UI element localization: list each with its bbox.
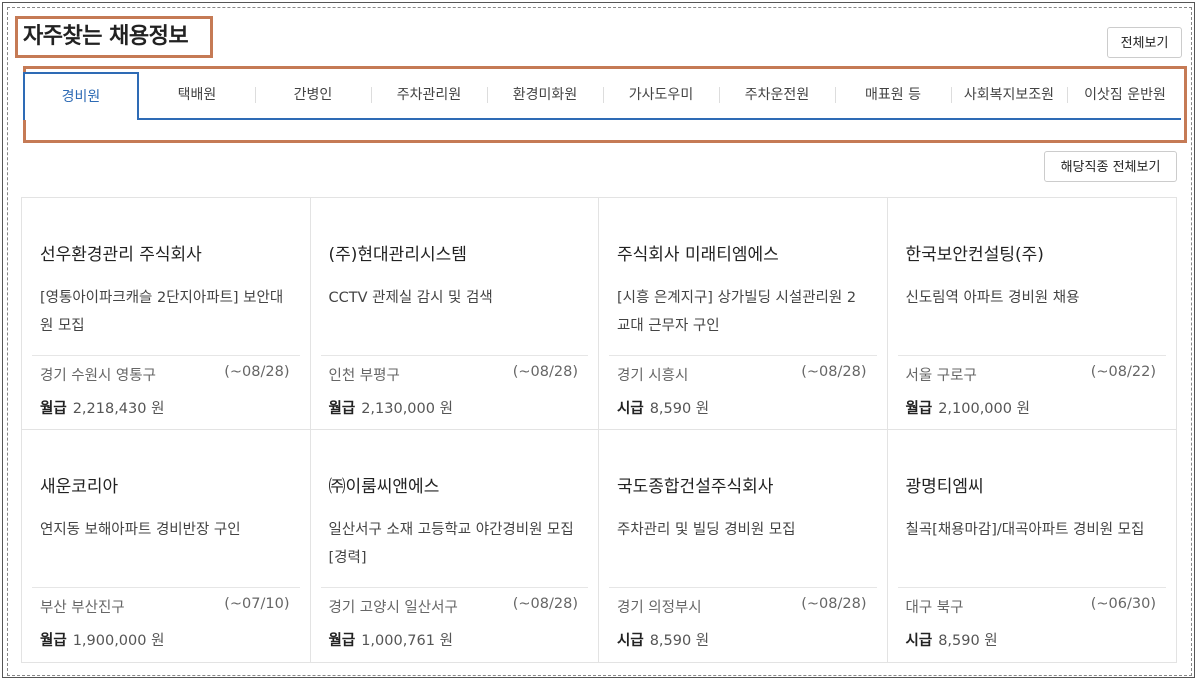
job-location: 경기 의정부시: [617, 600, 702, 616]
job-deadline: (~07/10): [224, 596, 290, 612]
job-pay: 시급 8,590 원: [617, 629, 709, 650]
job-title: [시흥 은계지구] 상가빌딩 시설관리원 2교대 근무자 구인: [617, 290, 857, 334]
job-deadline: (~08/28): [512, 364, 578, 380]
job-pay: 월급 2,130,000 원: [329, 397, 453, 418]
job-card[interactable]: 새운코리아연지동 보해아파트 경비반장 구인부산 부산진구 (~07/10) 월급 1…: [22, 430, 311, 662]
card-divider: [609, 355, 877, 356]
pay-amount: 8,590 원: [649, 401, 710, 417]
job-deadline: (~08/28): [801, 596, 867, 612]
company-name: (주)현대관리시스템: [328, 245, 467, 265]
job-location: 대구 북구: [905, 600, 964, 616]
tab-4[interactable]: 환경미화원: [487, 72, 603, 118]
tab-6[interactable]: 주차운전원: [719, 72, 835, 118]
card-divider: [320, 587, 588, 588]
company-name: 한국보안컨설팅(주): [905, 245, 1044, 265]
pay-type: 월급: [40, 633, 67, 649]
company-name: ㈜이룸씨앤에스: [328, 477, 440, 497]
card-divider: [32, 587, 300, 588]
job-location: 경기 수원시 영통구: [40, 368, 156, 384]
category-view-all-button[interactable]: 해당직종 전체보기: [1044, 151, 1177, 182]
job-title: [영통아이파크캐슬 2단지아파트] 보안대원 모집: [40, 290, 284, 334]
job-title: 칠곡[채용마감]/대곡아파트 경비원 모집: [905, 522, 1145, 538]
job-title: 일산서구 소재 고등학교 야간경비원 모집[경력]: [328, 522, 574, 566]
pay-type: 월급: [328, 401, 356, 417]
job-location: 경기 시흥시: [617, 368, 689, 384]
job-title: 주차관리 및 빌딩 경비원 모집: [617, 522, 796, 538]
tab-3[interactable]: 주차관리원: [371, 72, 487, 118]
job-pay: 월급 2,100,000 원: [906, 397, 1030, 418]
pay-type: 월급: [905, 401, 933, 417]
job-pay: 월급 1,900,000 원: [40, 629, 164, 650]
pay-type: 월급: [328, 633, 356, 649]
card-divider: [609, 587, 877, 588]
pay-type: 시급: [905, 633, 933, 649]
pay-amount: 1,900,000 원: [72, 633, 165, 649]
job-card[interactable]: 한국보안컨설팅(주) 신도림역 아파트 경비원 채용서울 구로구 (~08/22) 월…: [887, 198, 1176, 430]
job-title: 연지동 보해아파트 경비반장 구인: [40, 522, 241, 538]
job-location: 인천 부평구: [328, 368, 400, 384]
pay-type: 월급: [40, 401, 67, 417]
tab-0[interactable]: 경비원: [23, 72, 139, 120]
card-divider: [320, 355, 588, 356]
card-divider: [897, 355, 1166, 356]
job-pay: 시급 8,590 원: [617, 397, 709, 418]
tab-5[interactable]: 가사도우미: [603, 72, 719, 118]
tab-2[interactable]: 간병인: [255, 72, 371, 118]
job-deadline: (~08/28): [224, 364, 290, 380]
company-name: 주식회사 미래티엠에스: [617, 245, 779, 265]
job-location: 부산 부산진구: [40, 600, 125, 616]
pay-amount: 1,000,761 원: [361, 633, 453, 649]
tab-9[interactable]: 이삿짐 운반원: [1067, 72, 1183, 118]
job-card[interactable]: 주식회사 미래티엠에스 [시흥 은계지구] 상가빌딩 시설관리원 2교대 근무자 …: [599, 198, 888, 430]
job-deadline: (~08/28): [512, 596, 578, 612]
section-title: 자주찾는 채용정보: [15, 16, 213, 58]
pay-amount: 8,590 원: [649, 633, 710, 649]
tab-8[interactable]: 사회복지보조원: [951, 72, 1067, 118]
job-category-tabs: 경비원 택배원 간병인 주차관리원 환경미화원 가사도우미 주차운전원 매표원 등 사회복지보조…: [23, 72, 1181, 120]
job-deadline: (~08/22): [1090, 364, 1156, 380]
job-card[interactable]: ㈜이룸씨앤에스일산서구 소재 고등학교 야간경비원 모집[경력] 경기 고양시 일…: [311, 430, 599, 662]
pay-amount: 2,100,000 원: [938, 401, 1030, 417]
job-pay: 월급 1,000,761 원: [329, 629, 453, 650]
job-title: CCTV 관제실 감시 및 검색: [328, 290, 493, 306]
pay-amount: 8,590 원: [938, 633, 998, 649]
pay-amount: 2,218,430 원: [72, 401, 165, 417]
pay-type: 시급: [617, 401, 644, 417]
job-pay: 월급 2,218,430 원: [40, 397, 164, 418]
pay-amount: 2,130,000 원: [361, 401, 453, 417]
tab-7[interactable]: 매표원 등: [835, 72, 951, 118]
job-location: 경기 고양시 일산서구: [328, 600, 458, 616]
job-card[interactable]: 선우환경관리 주식회사 [영통아이파크캐슬 2단지아파트] 보안대원 모집경기 수…: [22, 198, 311, 430]
view-all-button[interactable]: 전체보기: [1107, 27, 1182, 58]
job-deadline: (~06/30): [1090, 596, 1156, 612]
company-name: 광명티엠씨: [905, 477, 984, 497]
job-card[interactable]: 광명티엠씨칠곡[채용마감]/대곡아파트 경비원 모집대구 북구 (~06/30) 시…: [888, 430, 1177, 662]
card-divider: [32, 355, 300, 356]
company-name: 새운코리아: [40, 477, 119, 497]
tab-1[interactable]: 택배원: [139, 72, 255, 118]
company-name: 선우환경관리 주식회사: [40, 245, 202, 265]
job-title: 신도림역 아파트 경비원 채용: [905, 290, 1080, 306]
job-card[interactable]: 국도종합건설주식회사주차관리 및 빌딩 경비원 모집경기 의정부시 (~08/28…: [599, 430, 888, 662]
pay-type: 시급: [617, 633, 644, 649]
job-card-grid: 선우환경관리 주식회사 [영통아이파크캐슬 2단지아파트] 보안대원 모집경기 수…: [21, 197, 1177, 663]
card-divider: [897, 587, 1166, 588]
job-deadline: (~08/28): [801, 364, 867, 380]
company-name: 국도종합건설주식회사: [617, 477, 774, 497]
job-card[interactable]: (주)현대관리시스템 CCTV 관제실 감시 및 검색인천 부평구 (~08/28)…: [310, 198, 599, 430]
job-location: 서울 구로구: [905, 368, 977, 384]
job-pay: 시급 8,590 원: [906, 629, 998, 650]
